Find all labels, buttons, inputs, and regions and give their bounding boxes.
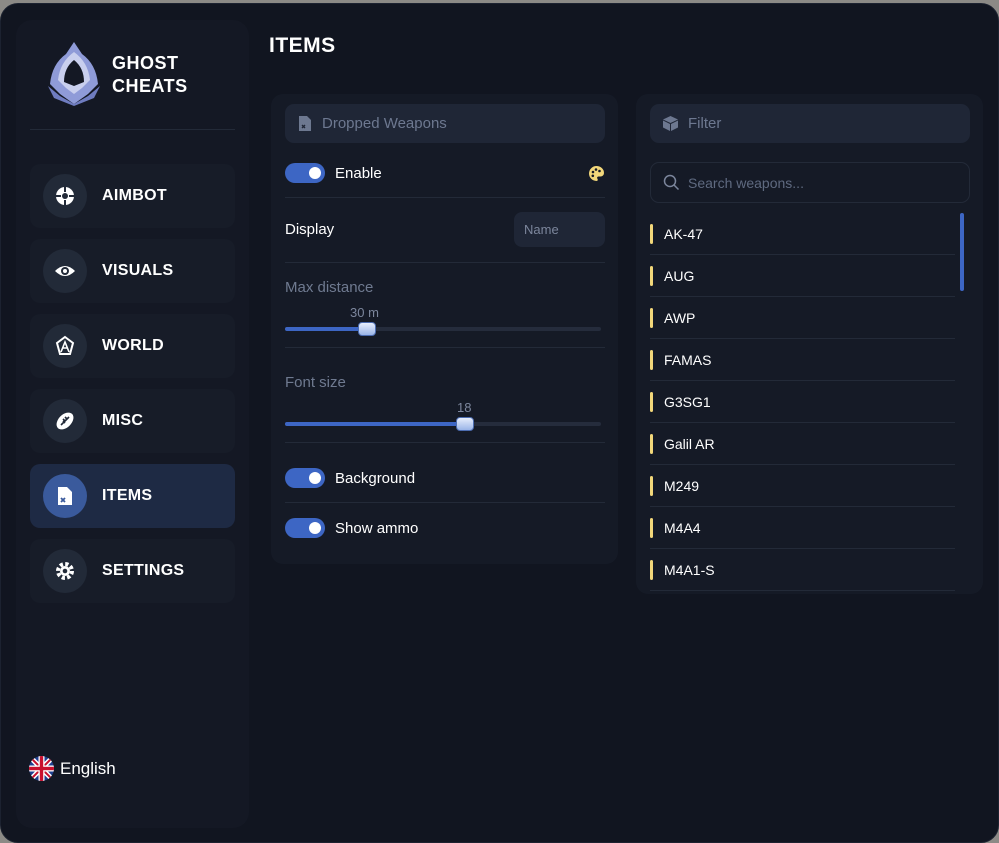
max-distance-slider[interactable] (285, 322, 601, 336)
weapon-list-item[interactable]: AUG (650, 255, 955, 297)
brand-name: GHOST CHEATS (112, 52, 188, 98)
font-size-thumb[interactable] (456, 417, 475, 431)
search-icon (663, 174, 680, 191)
items-file-icon (43, 474, 87, 518)
weapon-name: M249 (664, 477, 700, 494)
weapon-marker (650, 307, 653, 328)
crosshair-icon (43, 174, 87, 218)
sidebar-item-label: ITEMS (102, 487, 153, 504)
enable-label: Enable (335, 164, 382, 182)
weapon-marker (650, 265, 653, 286)
language-selector[interactable]: English (29, 756, 116, 781)
weapon-name: AK-47 (664, 225, 703, 242)
weapon-marker (650, 223, 653, 244)
sidebar-item-label: VISUALS (102, 262, 174, 279)
search-input[interactable] (688, 174, 958, 191)
page-title: ITEMS (269, 34, 336, 57)
weapon-marker (650, 433, 653, 454)
weapon-list-item[interactable]: M4A4 (650, 507, 955, 549)
weapon-marker (650, 475, 653, 496)
weapon-list-item[interactable]: M249 (650, 465, 955, 507)
weapon-name: M4A1-S (664, 561, 715, 578)
font-size-slider[interactable] (285, 417, 601, 431)
weapon-marker (650, 349, 653, 370)
display-select[interactable]: Name (514, 212, 605, 247)
background-toggle[interactable] (285, 468, 325, 488)
sidebar-item-label: MISC (102, 412, 144, 429)
sidebar-item-aimbot[interactable]: AIMBOT (30, 164, 235, 228)
max-distance-value: 30 m (350, 305, 379, 320)
dropped-weapons-panel: Dropped Weapons Enable Display Name Max … (271, 94, 618, 564)
dropped-weapons-header: Dropped Weapons (285, 104, 605, 143)
uk-flag-icon (29, 756, 54, 781)
sidebar-item-misc[interactable]: MISC (30, 389, 235, 453)
box-icon (663, 116, 678, 131)
font-size-fill (285, 422, 466, 426)
sidebar-item-settings[interactable]: SETTINGS (30, 539, 235, 603)
weapon-search[interactable] (650, 162, 970, 203)
weapon-marker (650, 559, 653, 580)
gear-icon (43, 549, 87, 593)
filter-panel: Filter AK-47 AUG AWP FAMAS G3SG1 Galil AR M249… (636, 94, 983, 594)
weapon-name: G3SG1 (664, 393, 711, 410)
divider (285, 502, 605, 503)
show-ammo-toggle[interactable] (285, 518, 325, 538)
sidebar-item-items[interactable]: ITEMS (30, 464, 235, 528)
max-distance-label: Max distance (285, 279, 374, 296)
weapon-marker (650, 517, 653, 538)
divider (285, 197, 605, 198)
sidebar-item-label: AIMBOT (102, 187, 167, 204)
sidebar-item-visuals[interactable]: VISUALS (30, 239, 235, 303)
filter-header: Filter (650, 104, 970, 143)
weapon-list-item[interactable]: FAMAS (650, 339, 955, 381)
weapon-list-item[interactable]: AK-47 (650, 213, 955, 255)
background-label: Background (335, 469, 416, 487)
divider (285, 442, 605, 443)
weapon-list-item[interactable]: G3SG1 (650, 381, 955, 423)
max-distance-fill (285, 327, 368, 331)
show-ammo-row: Show ammo (285, 515, 605, 541)
sidebar-item-label: SETTINGS (102, 562, 185, 579)
eye-icon (43, 249, 87, 293)
weapon-name: FAMAS (664, 351, 712, 368)
sidebar-divider (30, 129, 235, 130)
weapon-list-item[interactable]: AWP (650, 297, 955, 339)
sidebar: GHOST CHEATS AIMBOT VISUALS WORLD MISC I… (16, 20, 249, 828)
divider (285, 262, 605, 263)
file-icon (299, 116, 311, 131)
weapon-name: AWP (664, 309, 696, 326)
app-window: GHOST CHEATS AIMBOT VISUALS WORLD MISC I… (0, 3, 999, 843)
weapon-marker (650, 391, 653, 412)
football-icon (43, 399, 87, 443)
enable-row: Enable (285, 160, 605, 186)
weapon-list: AK-47 AUG AWP FAMAS G3SG1 Galil AR M249 M4A4 M4A… (650, 213, 955, 591)
font-size-value: 18 (457, 400, 472, 415)
brand-line-1: GHOST (112, 53, 179, 73)
weapon-name: AUG (664, 267, 695, 284)
filter-title: Filter (688, 115, 722, 132)
display-row: Display Name (285, 212, 605, 247)
weapon-list-item[interactable]: Galil AR (650, 423, 955, 465)
sidebar-nav: AIMBOT VISUALS WORLD MISC ITEMS SETTINGS (30, 164, 235, 614)
display-label: Display (285, 221, 335, 238)
max-distance-thumb[interactable] (358, 322, 377, 336)
sidebar-item-label: WORLD (102, 337, 164, 354)
divider (285, 347, 605, 348)
weapon-list-scrollbar[interactable] (960, 213, 964, 291)
weapon-name: M4A4 (664, 519, 701, 536)
ghost-logo-icon (48, 42, 100, 106)
sidebar-item-world[interactable]: WORLD (30, 314, 235, 378)
weapon-name: Galil AR (664, 435, 715, 452)
dropped-weapons-title: Dropped Weapons (322, 115, 447, 132)
palette-icon[interactable] (588, 165, 605, 182)
show-ammo-label: Show ammo (335, 519, 419, 537)
background-row: Background (285, 465, 605, 491)
font-size-label: Font size (285, 374, 346, 391)
enable-toggle[interactable] (285, 163, 325, 183)
brand-line-2: CHEATS (112, 76, 188, 96)
weapon-list-item[interactable]: M4A1-S (650, 549, 955, 591)
world-icon (43, 324, 87, 368)
language-label: English (60, 758, 116, 778)
